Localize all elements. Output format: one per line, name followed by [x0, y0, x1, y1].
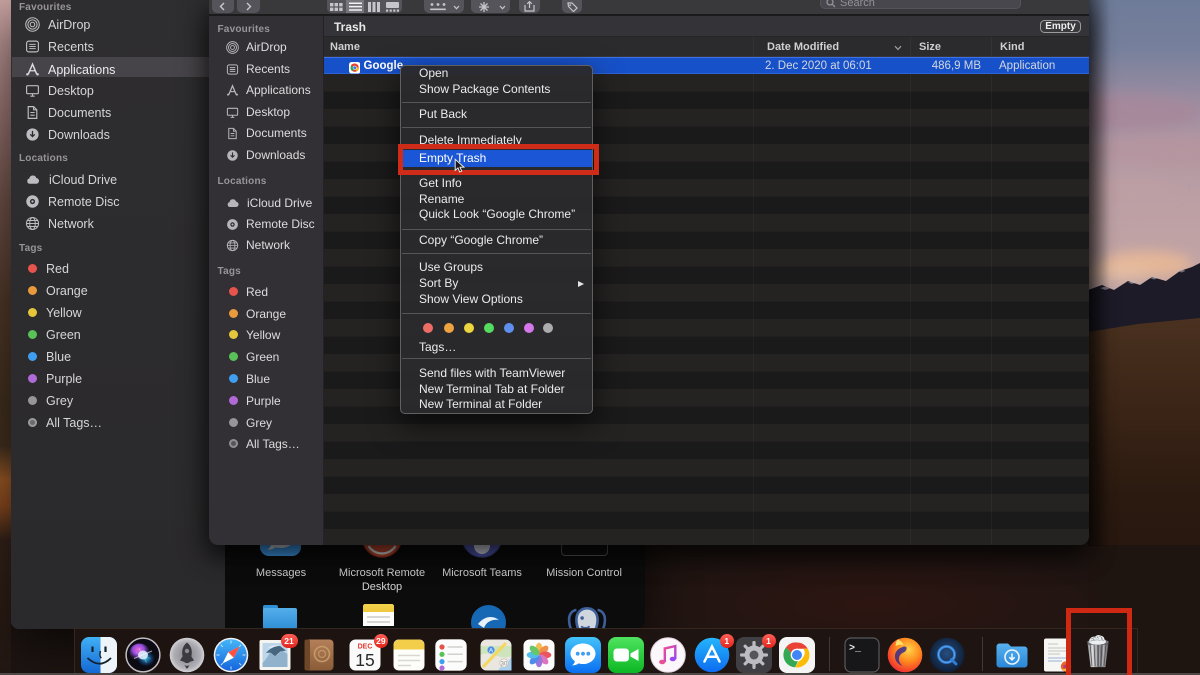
svg-text:15: 15 [355, 650, 374, 670]
svg-text:A: A [489, 647, 494, 654]
svg-text:>_: >_ [849, 644, 862, 655]
svg-text:30: 30 [501, 661, 508, 667]
